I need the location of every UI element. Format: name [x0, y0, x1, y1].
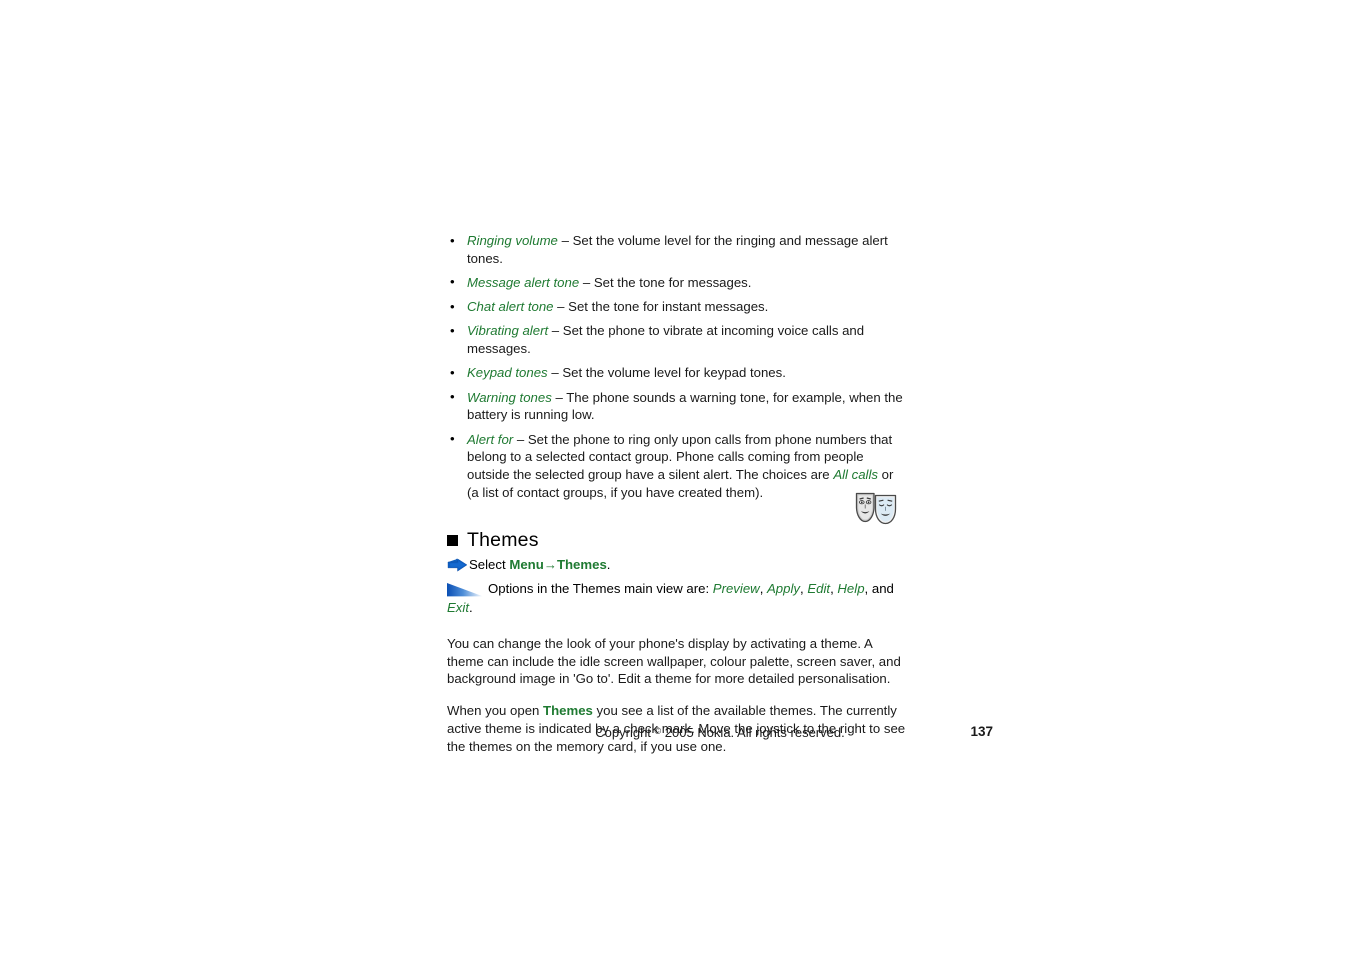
- footer-inner: Copyright © 2005 Nokia. All rights reser…: [447, 723, 993, 741]
- setting-term: Warning tones: [467, 389, 552, 405]
- manual-page: Ringing volume – Set the volume level fo…: [0, 0, 1351, 954]
- options-end: .: [468, 599, 473, 615]
- sep: ,: [864, 581, 872, 597]
- setting-description: – Set the phone to ring only upon calls …: [467, 431, 893, 483]
- list-item: Chat alert tone – Set the tone for insta…: [447, 298, 907, 316]
- option-help: Help: [837, 581, 865, 597]
- setting-description: – Set the tone for messages.: [579, 274, 752, 290]
- black-square-bullet-icon: [447, 535, 458, 547]
- themes-keyword: Themes: [543, 703, 593, 719]
- paragraph-prefix: When you open: [447, 703, 544, 719]
- page-number: 137: [970, 724, 993, 739]
- setting-description: – Set the tone for instant messages.: [553, 299, 769, 315]
- list-item: Ringing volume – Set the volume level fo…: [447, 232, 907, 268]
- options-and: and: [871, 581, 894, 597]
- copyright-notice: Copyright © 2005 Nokia. All rights reser…: [595, 723, 844, 741]
- copyright-post: 2005 Nokia. All rights reserved.: [661, 725, 845, 740]
- options-prefix: Options in the Themes main view are:: [488, 581, 713, 597]
- theatre-masks-icon: [855, 492, 897, 525]
- select-prefix: Select: [469, 556, 510, 572]
- list-item: Message alert tone – Set the tone for me…: [447, 273, 907, 292]
- setting-term: Chat alert tone: [467, 299, 554, 315]
- setting-term: Keypad tones: [467, 365, 548, 381]
- options-note: Options in the Themes main view are: Pre…: [447, 580, 907, 616]
- sep: ,: [759, 581, 768, 597]
- setting-term: Message alert tone: [467, 274, 580, 290]
- list-item: Vibrating alert – Set the phone to vibra…: [447, 322, 907, 358]
- select-suffix: .: [606, 556, 611, 572]
- option-preview: Preview: [712, 581, 760, 597]
- option-exit: Exit: [447, 599, 469, 615]
- setting-choice: All calls: [833, 467, 879, 483]
- copyright-pre: Copyright: [595, 725, 655, 740]
- list-item: Warning tones – The phone sounds a warni…: [447, 388, 907, 425]
- settings-bullet-list: Ringing volume – Set the volume level fo…: [447, 232, 907, 502]
- setting-term: Alert for: [467, 431, 514, 447]
- menu-path: Menu→Themes: [509, 556, 607, 572]
- page-content: Ringing volume – Set the volume level fo…: [447, 232, 907, 755]
- option-apply: Apply: [767, 581, 801, 597]
- page-footer: Copyright © 2005 Nokia. All rights reser…: [447, 723, 993, 741]
- setting-term: Ringing volume: [467, 233, 558, 248]
- blue-gradient-triangle-icon: [447, 583, 483, 597]
- section-heading: Themes: [447, 528, 907, 552]
- page-title: Themes: [467, 528, 539, 551]
- select-path-note: Select Menu→Themes.: [447, 556, 907, 574]
- option-edit: Edit: [807, 581, 831, 597]
- setting-term: Vibrating alert: [467, 323, 549, 339]
- list-item: Keypad tones – Set the volume level for …: [447, 364, 907, 382]
- list-item: Alert for – Set the phone to ring only u…: [447, 430, 907, 502]
- blue-right-arrow-icon: [447, 558, 468, 572]
- paragraph-theme-description: You can change the look of your phone's …: [447, 635, 901, 687]
- setting-description: – Set the volume level for keypad tones.: [547, 365, 786, 381]
